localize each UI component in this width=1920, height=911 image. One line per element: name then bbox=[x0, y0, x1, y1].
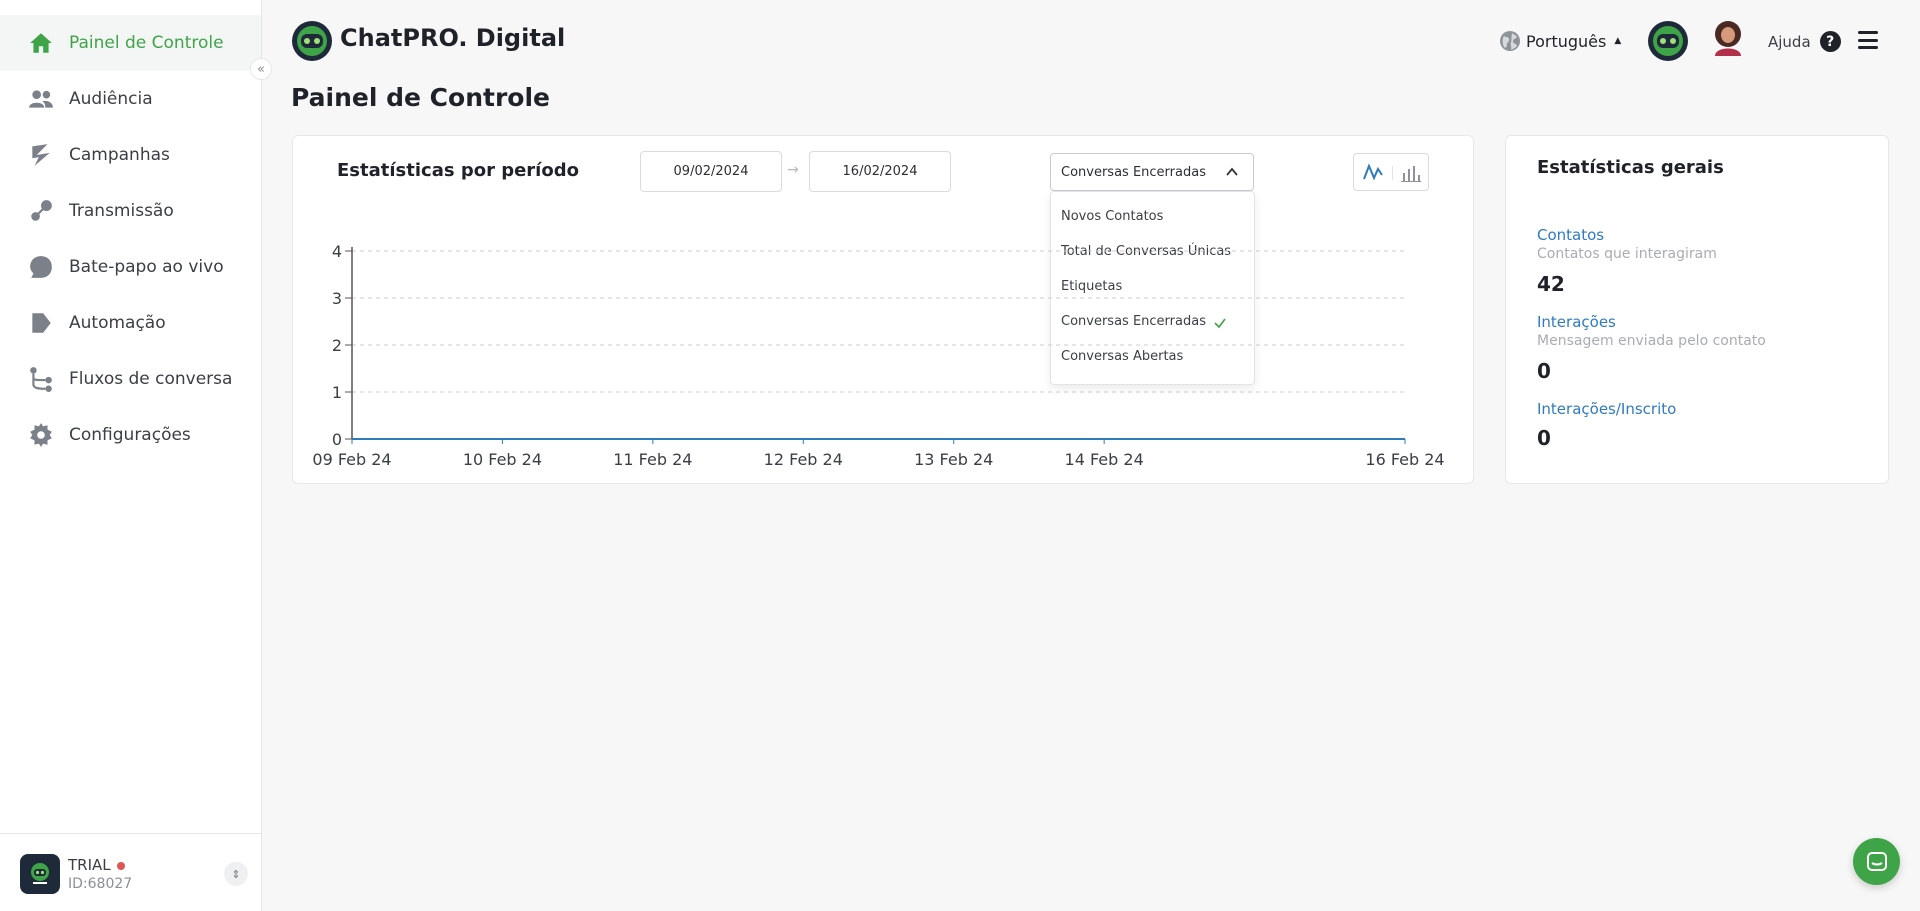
sidebar-item-flows[interactable]: Fluxos de conversa bbox=[0, 351, 261, 407]
brand-name: ChatPRO. Digital bbox=[340, 24, 566, 52]
plan-name: TRIAL bbox=[68, 856, 125, 874]
bot-avatar[interactable] bbox=[1647, 20, 1689, 62]
collapse-sidebar-button[interactable]: « bbox=[250, 58, 272, 80]
sidebar-item-label: Painel de Controle bbox=[69, 33, 224, 53]
general-stats-card bbox=[1505, 135, 1889, 484]
x-tick-label: 09 Feb 24 bbox=[312, 450, 391, 469]
language-label: Português bbox=[1526, 31, 1607, 51]
sidebar-footer: TRIAL ID:68027 ⇕ bbox=[0, 833, 261, 911]
caret-down-icon: ▲ bbox=[1614, 36, 1622, 46]
users-icon bbox=[28, 86, 54, 112]
sidebar-item-automation[interactable]: Automação bbox=[0, 295, 261, 351]
brand-logo[interactable] bbox=[291, 20, 333, 62]
globe-icon bbox=[1500, 31, 1520, 51]
support-chat-button[interactable] bbox=[1853, 838, 1900, 885]
chat-icon bbox=[28, 254, 54, 280]
gear-icon bbox=[28, 422, 54, 448]
arrow-right-icon: → bbox=[787, 162, 799, 178]
end-date-input[interactable]: 16/02/2024 bbox=[809, 151, 951, 192]
sidebar-item-label: Configurações bbox=[69, 425, 191, 445]
contacts-label[interactable]: Contatos bbox=[1537, 226, 1604, 244]
hamburger-menu-icon[interactable] bbox=[1858, 31, 1878, 49]
sidebar-item-live-chat[interactable]: Bate-papo ao vivo bbox=[0, 239, 261, 295]
sidebar-item-settings[interactable]: Configurações bbox=[0, 407, 261, 463]
page-title: Painel de Controle bbox=[291, 83, 550, 112]
sidebar-item-broadcast[interactable]: Transmissão bbox=[0, 183, 261, 239]
y-tick-label: 2 bbox=[332, 336, 342, 355]
chart-type-toggle bbox=[1353, 153, 1429, 191]
help-icon: ? bbox=[1819, 31, 1841, 52]
chat-bubble-icon bbox=[1866, 851, 1887, 871]
sidebar-item-audience[interactable]: Audiência bbox=[0, 71, 261, 127]
contacts-value: 42 bbox=[1537, 272, 1565, 296]
y-tick-label: 0 bbox=[332, 430, 342, 449]
metric-option[interactable]: Novos Contatos bbox=[1061, 209, 1163, 224]
language-selector[interactable]: Português ▲ bbox=[1499, 30, 1621, 52]
period-stats-title: Estatísticas por período bbox=[337, 160, 579, 181]
line-chart-icon[interactable] bbox=[1362, 163, 1384, 183]
x-tick-label: 10 Feb 24 bbox=[463, 450, 542, 469]
y-tick-label: 4 bbox=[332, 242, 342, 261]
plan-logo bbox=[20, 854, 60, 894]
sidebar: Painel de Controle Audiência Campanhas T… bbox=[0, 0, 262, 911]
sidebar-item-label: Transmissão bbox=[69, 201, 174, 221]
interactions-value: 0 bbox=[1537, 359, 1551, 383]
sidebar-item-label: Audiência bbox=[69, 89, 153, 109]
account-id: ID:68027 bbox=[68, 876, 133, 892]
sidebar-item-label: Bate-papo ao vivo bbox=[69, 257, 224, 277]
help-label: Ajuda bbox=[1768, 32, 1811, 51]
contacts-subtitle: Contatos que interagiram bbox=[1537, 246, 1717, 262]
y-tick-label: 1 bbox=[332, 383, 342, 402]
sidebar-item-dashboard[interactable]: Painel de Controle bbox=[0, 15, 261, 71]
interactions-label[interactable]: Interações bbox=[1537, 313, 1616, 331]
broadcast-icon bbox=[28, 198, 54, 224]
account-switch-icon[interactable]: ⇕ bbox=[224, 862, 248, 886]
campaign-icon bbox=[28, 142, 54, 168]
x-tick-label: 12 Feb 24 bbox=[764, 450, 843, 469]
bar-chart-icon[interactable] bbox=[1400, 163, 1422, 183]
x-tick-label: 14 Feb 24 bbox=[1065, 450, 1144, 469]
help-link[interactable]: Ajuda ? bbox=[1768, 31, 1841, 52]
y-tick-label: 3 bbox=[332, 289, 342, 308]
sidebar-item-label: Campanhas bbox=[69, 145, 170, 165]
x-tick-label: 16 Feb 24 bbox=[1365, 450, 1444, 469]
general-stats-title: Estatísticas gerais bbox=[1537, 157, 1724, 178]
flow-icon bbox=[28, 366, 54, 392]
user-avatar[interactable] bbox=[1712, 20, 1744, 56]
x-tick-label: 11 Feb 24 bbox=[613, 450, 692, 469]
sidebar-item-campaigns[interactable]: Campanhas bbox=[0, 127, 261, 183]
metric-select-value: Conversas Encerradas bbox=[1061, 164, 1206, 180]
sidebar-item-label: Automação bbox=[69, 313, 166, 333]
automation-icon bbox=[28, 310, 54, 336]
metric-select[interactable]: Conversas Encerradas bbox=[1050, 153, 1254, 191]
sidebar-item-label: Fluxos de conversa bbox=[69, 369, 233, 389]
home-icon bbox=[28, 30, 54, 56]
chevron-up-icon bbox=[1226, 167, 1238, 176]
interactions-per-subscriber-value: 0 bbox=[1537, 426, 1551, 450]
interactions-subtitle: Mensagem enviada pelo contato bbox=[1537, 333, 1766, 349]
x-tick-label: 13 Feb 24 bbox=[914, 450, 993, 469]
start-date-input[interactable]: 09/02/2024 bbox=[640, 151, 782, 192]
status-dot bbox=[116, 861, 125, 870]
interactions-per-subscriber-label[interactable]: Interações/Inscrito bbox=[1537, 400, 1676, 418]
period-line-chart: 0 1 2 3 4 09 Feb 24 10 Feb 24 11 Feb 24 12 Feb 2… bbox=[312, 242, 1444, 469]
